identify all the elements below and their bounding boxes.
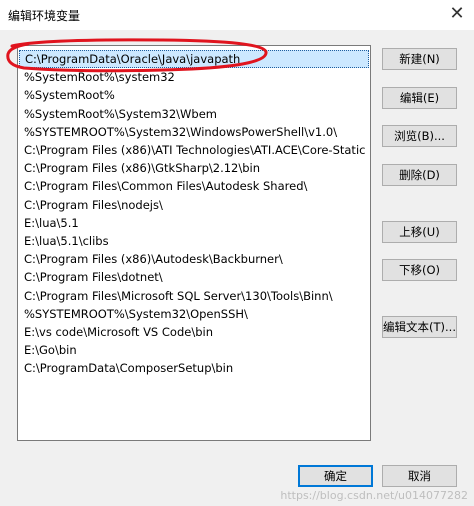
path-list-item[interactable]: %SystemRoot%\System32\Wbem xyxy=(19,105,369,123)
path-list-item[interactable]: C:\ProgramData\ComposerSetup\bin xyxy=(19,359,369,377)
close-button[interactable]: ✕ xyxy=(440,0,474,30)
path-list-item[interactable]: %SYSTEMROOT%\System32\OpenSSH\ xyxy=(19,305,369,323)
new-button[interactable]: 新建(N) xyxy=(382,48,457,70)
path-list-item[interactable]: C:\Program Files\Common Files\Autodesk S… xyxy=(19,177,369,195)
edit-button[interactable]: 编辑(E) xyxy=(382,87,457,109)
path-list-item[interactable]: C:\Program Files (x86)\Autodesk\Backburn… xyxy=(19,250,369,268)
cancel-button[interactable]: 取消 xyxy=(382,465,457,487)
watermark: https://blog.csdn.net/u014077282 xyxy=(280,489,468,502)
path-list-item[interactable]: E:\lua\5.1\clibs xyxy=(19,232,369,250)
path-list[interactable]: C:\ProgramData\Oracle\Java\javapath %Syst… xyxy=(17,45,371,441)
path-list-item[interactable]: %SystemRoot%\system32 xyxy=(19,68,369,86)
window-title: 编辑环境变量 xyxy=(8,9,81,23)
ok-button[interactable]: 确定 xyxy=(298,465,373,487)
browse-button[interactable]: 浏览(B)... xyxy=(382,125,457,147)
delete-button[interactable]: 删除(D) xyxy=(382,164,457,186)
path-list-item[interactable]: E:\lua\5.1 xyxy=(19,214,369,232)
move-down-button[interactable]: 下移(O) xyxy=(382,259,457,281)
path-list-item[interactable]: C:\Program Files\Microsoft SQL Server\13… xyxy=(19,287,369,305)
path-list-item[interactable]: C:\Program Files (x86)\ATI Technologies\… xyxy=(19,141,369,159)
path-list-item[interactable]: C:\Program Files\nodejs\ xyxy=(19,196,369,214)
path-list-item[interactable]: E:\Go\bin xyxy=(19,341,369,359)
edit-text-button[interactable]: 编辑文本(T)... xyxy=(382,316,457,338)
path-list-item[interactable]: %SYSTEMROOT%\System32\WindowsPowerShell\… xyxy=(19,123,369,141)
path-list-item[interactable]: C:\Program Files (x86)\GtkSharp\2.12\bin xyxy=(19,159,369,177)
path-list-item[interactable]: E:\vs code\Microsoft VS Code\bin xyxy=(19,323,369,341)
close-icon: ✕ xyxy=(449,3,465,24)
path-list-item[interactable]: C:\Program Files\dotnet\ xyxy=(19,268,369,286)
move-up-button[interactable]: 上移(U) xyxy=(382,221,457,243)
title-bar: 编辑环境变量 ✕ xyxy=(0,0,474,30)
path-list-item[interactable]: %SystemRoot% xyxy=(19,86,369,104)
path-list-item[interactable]: C:\ProgramData\Oracle\Java\javapath xyxy=(19,50,369,68)
